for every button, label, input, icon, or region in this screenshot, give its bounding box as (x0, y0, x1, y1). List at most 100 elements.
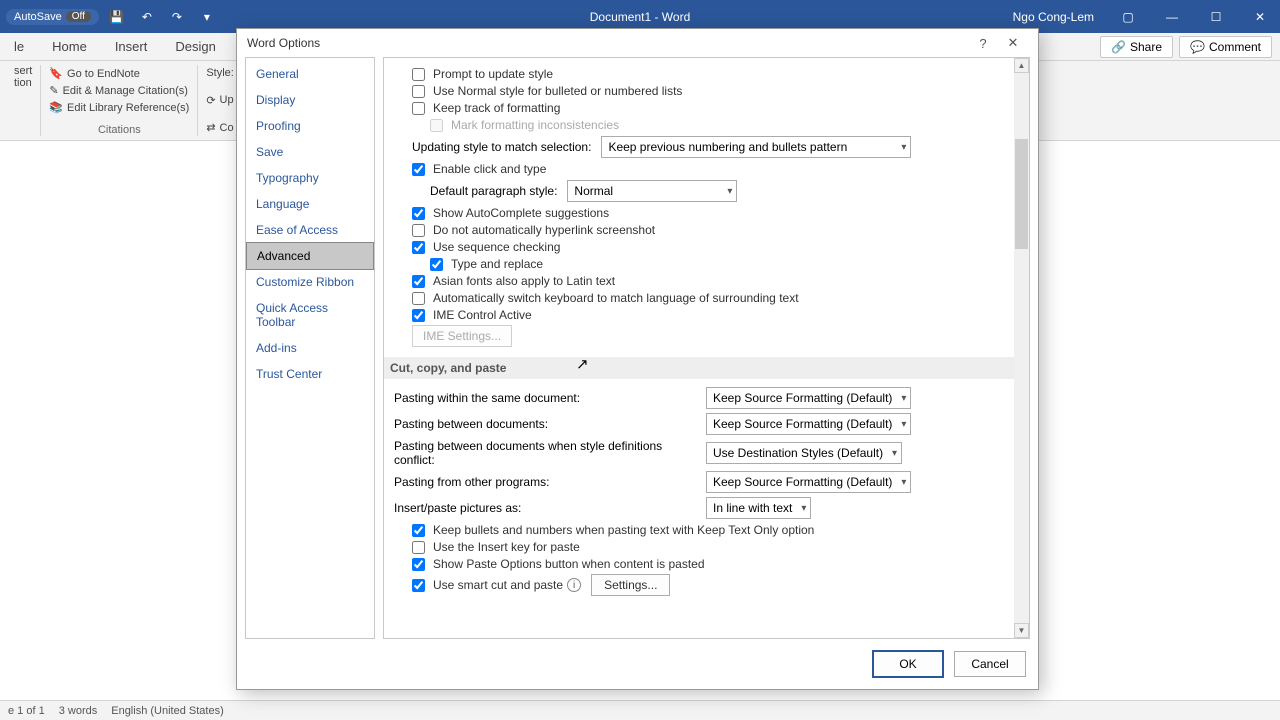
minimize-icon[interactable]: — (1152, 0, 1192, 33)
select-insert-pictures[interactable]: In line with text (706, 497, 811, 519)
lbl-keep-track-formatting: Keep track of formatting (433, 101, 560, 115)
chk-keep-track-formatting[interactable] (412, 102, 425, 115)
redo-icon[interactable]: ↷ (165, 5, 189, 29)
close-icon[interactable]: ✕ (1240, 0, 1280, 33)
edit-citations-button[interactable]: ✎Edit & Manage Citation(s) (49, 82, 189, 99)
lbl-insert-pictures: Insert/paste pictures as: (394, 501, 706, 515)
ime-settings-button: IME Settings... (412, 325, 512, 347)
quick-access-toolbar: AutoSave Off 💾 ↶ ↷ ▾ (0, 5, 219, 29)
chk-mark-inconsistencies (430, 119, 443, 132)
insert-citation-label[interactable]: sert tion (14, 65, 32, 89)
lbl-show-autocomplete: Show AutoComplete suggestions (433, 206, 609, 220)
tab-home[interactable]: Home (38, 33, 101, 60)
edit-library-button[interactable]: 📚Edit Library Reference(s) (49, 99, 189, 116)
chk-auto-switch-keyboard[interactable] (412, 292, 425, 305)
chk-enable-click-type[interactable] (412, 163, 425, 176)
sidebar-item-language[interactable]: Language (246, 191, 374, 217)
sidebar-item-qat[interactable]: Quick Access Toolbar (246, 295, 374, 335)
lbl-updating-style: Updating style to match selection: (412, 140, 591, 154)
chk-smart-cut-paste[interactable] (412, 579, 425, 592)
save-icon[interactable]: 💾 (105, 5, 129, 29)
sidebar-item-save[interactable]: Save (246, 139, 374, 165)
language-status[interactable]: English (United States) (111, 705, 224, 717)
convert-button[interactable]: ⇄Co (206, 119, 234, 136)
goto-endnote-button[interactable]: 🔖Go to EndNote (49, 65, 189, 82)
scroll-up-icon[interactable]: ▲ (1014, 58, 1029, 73)
lbl-paste-conflict: Pasting between documents when style def… (394, 439, 706, 467)
cancel-button[interactable]: Cancel (954, 651, 1026, 677)
chk-type-replace[interactable] (430, 258, 443, 271)
chk-show-paste-options[interactable] (412, 558, 425, 571)
document-title: Document1 - Word (590, 10, 690, 24)
lbl-enable-click-type: Enable click and type (433, 162, 546, 176)
convert-icon: ⇄ (206, 121, 215, 134)
chk-use-sequence[interactable] (412, 241, 425, 254)
word-options-dialog: Word Options ? ✕ General Display Proofin… (236, 28, 1039, 690)
sidebar-item-addins[interactable]: Add-ins (246, 335, 374, 361)
ribbon-display-icon[interactable]: ▢ (1108, 0, 1148, 33)
sidebar-item-trust-center[interactable]: Trust Center (246, 361, 374, 387)
lbl-default-para-style: Default paragraph style: (430, 184, 557, 198)
chk-show-autocomplete[interactable] (412, 207, 425, 220)
lbl-paste-within: Pasting within the same document: (394, 391, 706, 405)
sidebar-item-customize-ribbon[interactable]: Customize Ribbon (246, 269, 374, 295)
chk-prompt-update-style[interactable] (412, 68, 425, 81)
chk-ime-control-active[interactable] (412, 309, 425, 322)
user-name[interactable]: Ngo Cong-Lem (1013, 10, 1094, 24)
scroll-down-icon[interactable]: ▼ (1014, 623, 1029, 638)
select-paste-other[interactable]: Keep Source Formatting (Default) (706, 471, 911, 493)
dialog-titlebar[interactable]: Word Options ? ✕ (237, 29, 1038, 57)
share-icon: 🔗 (1111, 40, 1126, 54)
tab-design[interactable]: Design (161, 33, 229, 60)
dialog-help-button[interactable]: ? (968, 30, 998, 56)
comment-button[interactable]: 💬Comment (1179, 36, 1272, 58)
select-updating-style[interactable]: Keep previous numbering and bullets patt… (601, 136, 911, 158)
ribbon-group-insert: sert tion (6, 65, 41, 136)
share-button[interactable]: 🔗Share (1100, 36, 1173, 58)
select-paste-conflict[interactable]: Use Destination Styles (Default) (706, 442, 902, 464)
lbl-auto-switch-keyboard: Automatically switch keyboard to match l… (433, 291, 799, 305)
sidebar-item-general[interactable]: General (246, 61, 374, 87)
scroll-track[interactable] (1014, 73, 1029, 623)
comment-icon: 💬 (1190, 40, 1205, 54)
word-count[interactable]: 3 words (59, 705, 98, 717)
lbl-show-paste-options: Show Paste Options button when content i… (433, 557, 705, 571)
lbl-mark-inconsistencies: Mark formatting inconsistencies (451, 118, 619, 132)
select-paste-between[interactable]: Keep Source Formatting (Default) (706, 413, 911, 435)
update-button[interactable]: ⟳Up (206, 92, 234, 109)
dialog-title: Word Options (247, 36, 320, 50)
page-count[interactable]: e 1 of 1 (8, 705, 45, 717)
smart-paste-settings-button[interactable]: Settings... (591, 574, 670, 596)
sidebar-item-proofing[interactable]: Proofing (246, 113, 374, 139)
info-icon[interactable]: i (567, 578, 581, 592)
scroll-thumb[interactable] (1015, 139, 1028, 249)
autosave-state: Off (66, 11, 91, 22)
statusbar: e 1 of 1 3 words English (United States) (0, 700, 1280, 720)
lbl-keep-bullets-numbers: Keep bullets and numbers when pasting te… (433, 523, 814, 537)
lbl-use-insert-key: Use the Insert key for paste (433, 540, 580, 554)
options-content: Prompt to update style Use Normal style … (383, 57, 1030, 639)
lbl-use-normal-lists: Use Normal style for bulleted or numbere… (433, 84, 682, 98)
sidebar-item-display[interactable]: Display (246, 87, 374, 113)
dialog-close-button[interactable]: ✕ (998, 30, 1028, 56)
tab-file[interactable]: le (0, 33, 38, 60)
chk-no-auto-hyperlink[interactable] (412, 224, 425, 237)
qat-dropdown-icon[interactable]: ▾ (195, 5, 219, 29)
tab-insert[interactable]: Insert (101, 33, 162, 60)
sidebar-item-advanced[interactable]: Advanced (246, 242, 374, 270)
chk-keep-bullets-numbers[interactable] (412, 524, 425, 537)
lbl-prompt-update-style: Prompt to update style (433, 67, 553, 81)
ok-button[interactable]: OK (872, 650, 944, 678)
sidebar-item-typography[interactable]: Typography (246, 165, 374, 191)
content-scrollbar[interactable]: ▲ ▼ (1014, 58, 1029, 638)
style-label: Style: (206, 65, 234, 81)
autosave-toggle[interactable]: AutoSave Off (6, 9, 99, 25)
chk-use-insert-key[interactable] (412, 541, 425, 554)
select-paste-within[interactable]: Keep Source Formatting (Default) (706, 387, 911, 409)
sidebar-item-ease-of-access[interactable]: Ease of Access (246, 217, 374, 243)
undo-icon[interactable]: ↶ (135, 5, 159, 29)
chk-asian-fonts-latin[interactable] (412, 275, 425, 288)
maximize-icon[interactable]: ☐ (1196, 0, 1236, 33)
chk-use-normal-lists[interactable] (412, 85, 425, 98)
select-default-para-style[interactable]: Normal (567, 180, 737, 202)
